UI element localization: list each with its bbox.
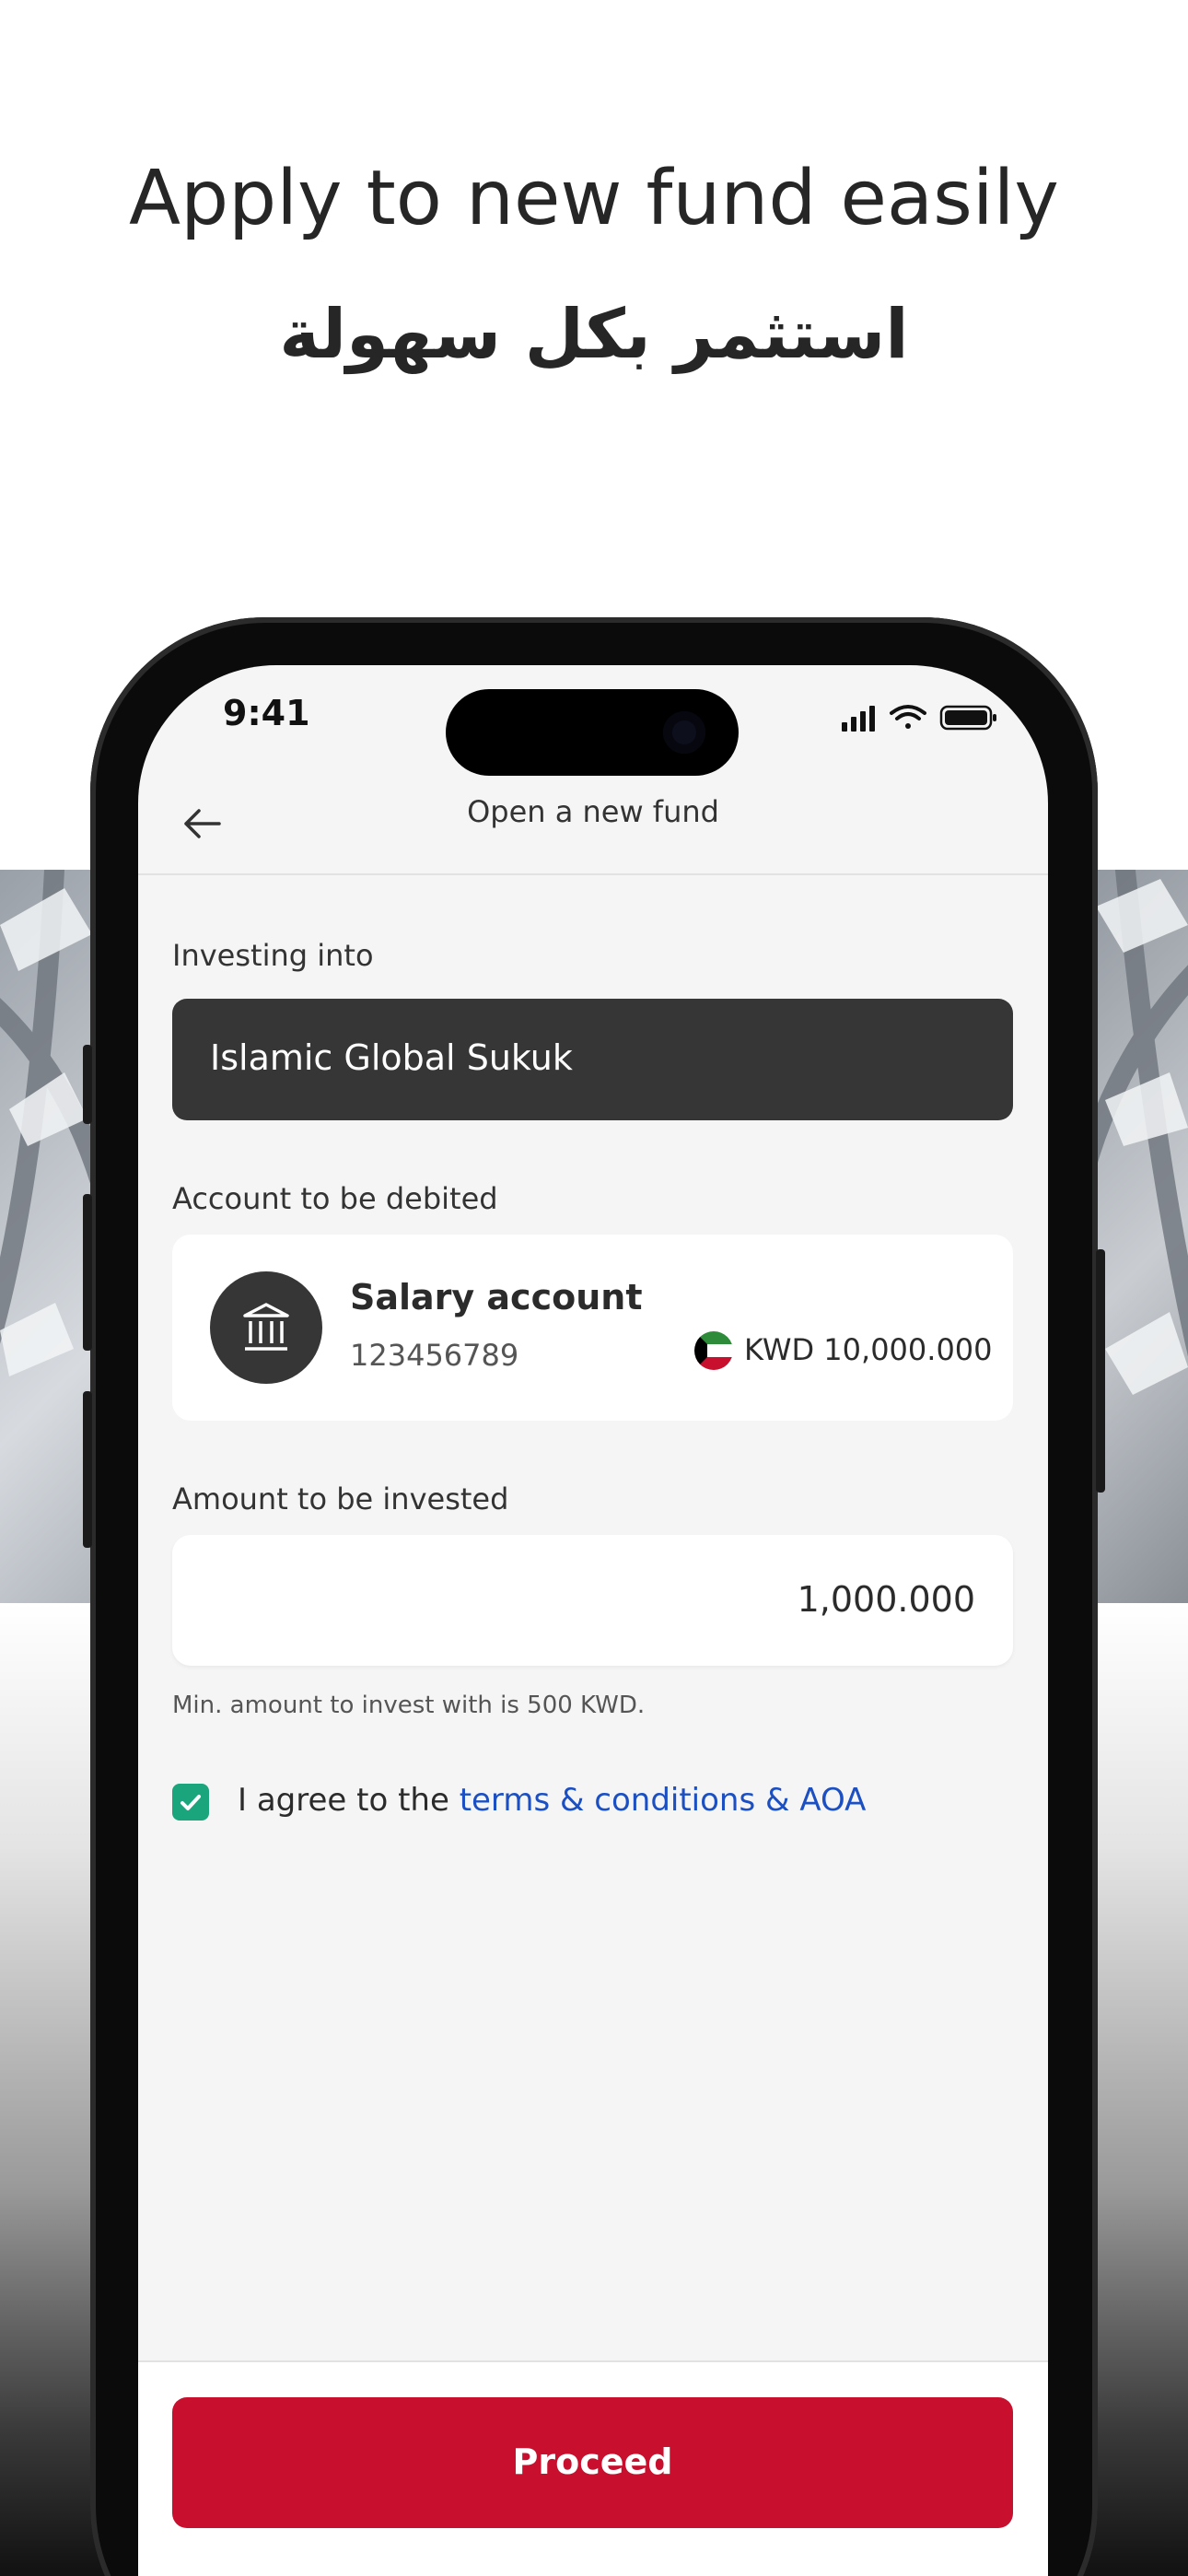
minimum-amount-hint: Min. amount to invest with is 500 KWD.: [172, 1692, 646, 1719]
phone-volume-up-button: [83, 1194, 92, 1351]
debit-account-label: Account to be debited: [172, 1181, 498, 1216]
account-number: 123456789: [350, 1338, 519, 1373]
terms-link[interactable]: terms & conditions & AOA: [460, 1782, 867, 1819]
account-balance: KWD 10,000.000: [744, 1332, 993, 1367]
phone-volume-down-button: [83, 1391, 92, 1548]
fund-name: Islamic Global Sukuk: [210, 1037, 573, 1078]
checkmark-icon: [181, 1795, 201, 1810]
amount-value: 1,000.000: [797, 1579, 975, 1620]
page-title: Open a new fund: [467, 794, 719, 829]
status-icons: [842, 705, 996, 732]
proceed-button-label: Proceed: [512, 2441, 673, 2482]
investing-into-label: Investing into: [172, 938, 374, 973]
status-time: 9:41: [223, 693, 310, 733]
battery-icon: [939, 705, 996, 731]
promo-title-arabic: استثمر بكل سهولة: [279, 295, 909, 374]
amount-label: Amount to be invested: [172, 1481, 509, 1516]
account-name: Salary account: [350, 1277, 643, 1317]
terms-checkbox[interactable]: [172, 1784, 209, 1821]
signal-icon: [842, 706, 875, 732]
wifi-icon: [890, 705, 926, 729]
promo-title-english: Apply to new fund easily: [129, 155, 1059, 242]
bank-icon: [210, 1271, 322, 1384]
phone-side-button: [83, 1045, 92, 1124]
camera-icon: [663, 711, 705, 754]
agreement-prefix: I agree to the: [238, 1782, 460, 1819]
agreement-text: I agree to the terms & conditions & AOA: [238, 1782, 866, 1819]
kuwait-flag-icon: [694, 1331, 733, 1370]
phone-power-button: [1096, 1249, 1105, 1493]
